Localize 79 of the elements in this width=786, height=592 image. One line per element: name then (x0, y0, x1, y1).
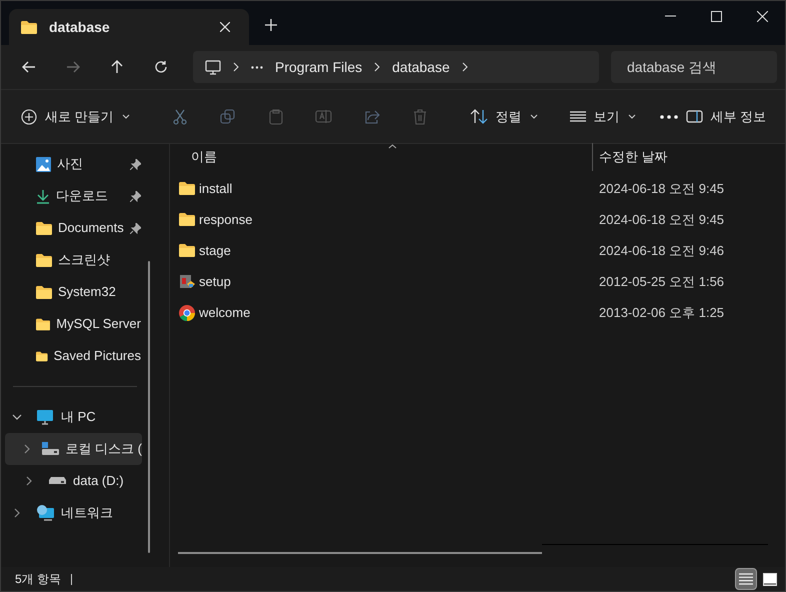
folder-icon (36, 222, 52, 234)
clipboard-icon (268, 108, 283, 124)
sidebar-item[interactable]: 사진 (5, 148, 149, 180)
plus-icon (264, 18, 278, 32)
sidebar-item[interactable]: 스크린샷 (5, 244, 149, 276)
folder-icon (36, 350, 48, 362)
chevron-right-icon (462, 62, 468, 72)
item-count: 5개 항목 (15, 571, 62, 588)
breadcrumb-item[interactable]: Program Files (275, 56, 362, 78)
file-row[interactable]: install 2024-06-18 오전 9:45 (170, 173, 785, 204)
list-lines-icon (570, 111, 586, 122)
breadcrumb-item[interactable]: database (392, 56, 450, 78)
share-icon (364, 110, 380, 124)
folder-icon (179, 244, 195, 257)
copy-icon (220, 109, 236, 124)
new-button[interactable]: 새로 만들기 (13, 100, 138, 132)
file-row[interactable]: stage 2024-06-18 오전 9:46 (170, 235, 785, 266)
sidebar-item[interactable]: Documents (5, 212, 149, 244)
sidebar-item[interactable]: Saved Pictures (5, 340, 149, 372)
tree-item[interactable]: data (D:) (5, 465, 142, 497)
address-bar[interactable]: Program Files database (193, 51, 599, 83)
view-button[interactable]: 보기 (562, 100, 644, 132)
folder-icon (36, 254, 52, 266)
minimize-icon (664, 15, 676, 17)
file-row[interactable]: setup 2012-05-25 오전 1:56 (170, 266, 785, 297)
drive-icon (42, 442, 60, 456)
column-header[interactable]: 수정한 날짜 (593, 144, 785, 170)
folder-icon (36, 286, 52, 298)
sort-arrows-icon (470, 109, 488, 124)
chevron-right-icon (374, 62, 380, 72)
chevron-right-icon (233, 62, 239, 72)
trash-icon (412, 108, 427, 124)
tile-view-icon (763, 572, 777, 586)
chevron-down-icon (628, 114, 636, 119)
network-icon (36, 505, 54, 521)
horizontal-scrollbar-thumb[interactable] (178, 552, 542, 554)
sort-button[interactable]: 정렬 (462, 100, 546, 132)
sort-caret-icon (388, 144, 397, 149)
refresh-icon (154, 60, 168, 74)
download-icon (36, 188, 50, 204)
close-icon (220, 22, 230, 32)
tree-item[interactable]: 네트워크 (5, 497, 142, 529)
back-arrow-icon (22, 61, 36, 73)
tree-item[interactable]: 로컬 디스크 ( (5, 433, 142, 465)
chevron-down-icon (122, 114, 130, 119)
list-lines-icon (739, 573, 753, 585)
details-pane-button[interactable]: 세부 정보 (678, 100, 774, 132)
details-pane-icon (686, 110, 703, 123)
folder-icon (21, 20, 37, 34)
chevron-down-icon (530, 114, 538, 119)
tree-item[interactable]: 내 PC (5, 401, 142, 433)
close-icon (756, 10, 768, 22)
file-row[interactable]: welcome 2013-02-06 오후 1:25 (170, 297, 785, 328)
file-row[interactable]: response 2024-06-18 오전 9:45 (170, 204, 785, 235)
details-view-button[interactable] (735, 568, 757, 590)
tab[interactable]: database (9, 9, 249, 45)
forward-arrow-icon (66, 61, 80, 73)
folder-icon (179, 182, 195, 195)
browser-icon (179, 304, 195, 320)
search-field[interactable]: database 검색 (611, 51, 777, 83)
rename-icon (315, 109, 332, 124)
scissors-icon (172, 108, 187, 124)
more-dots-icon (660, 114, 678, 118)
sidebar-item[interactable]: System32 (5, 276, 149, 308)
more-dots-icon[interactable] (251, 66, 263, 68)
computer-icon (205, 60, 221, 74)
drive-icon (48, 477, 66, 485)
plus-circle-icon (21, 108, 37, 124)
column-header[interactable]: 이름 (170, 144, 592, 170)
monitor-icon (37, 410, 53, 424)
maximize-icon (710, 10, 722, 22)
folder-icon (179, 213, 195, 226)
sidebar-item[interactable]: MySQL Server (5, 308, 149, 340)
folder-icon (36, 318, 50, 330)
installer-icon (179, 274, 195, 290)
scrollbar-thumb[interactable] (148, 261, 150, 553)
picture-icon (36, 156, 51, 172)
up-arrow-icon (111, 60, 123, 74)
sidebar-item[interactable]: 다운로드 (5, 180, 149, 212)
